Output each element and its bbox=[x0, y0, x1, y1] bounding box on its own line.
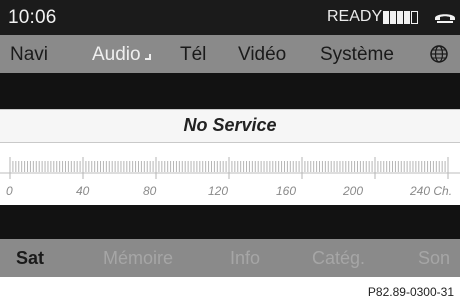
scale-label-120: 120 bbox=[208, 184, 229, 198]
menu-item-systeme[interactable]: Système bbox=[320, 44, 394, 66]
phone-handset-icon bbox=[435, 14, 455, 23]
signal-strength-icon bbox=[383, 11, 419, 24]
clock: 10:06 bbox=[8, 7, 57, 28]
scale-label-80: 80 bbox=[143, 184, 157, 198]
softkey-bar: Sat Mémoire Info Catég. Son bbox=[0, 239, 460, 277]
scale-label-0: 0 bbox=[6, 184, 13, 198]
scale-label-200: 200 bbox=[343, 184, 364, 198]
scale-label-40: 40 bbox=[76, 184, 90, 198]
menu-item-tel[interactable]: Tél bbox=[180, 44, 206, 66]
service-status-text: No Service bbox=[183, 115, 277, 135]
main-menu-bar: Navi Audio Tél Vidéo Système bbox=[0, 35, 460, 73]
channel-scale-ticks bbox=[0, 157, 460, 179]
audio-satellite-screen: 10:06 READY Navi Audio Tél Vidéo Système… bbox=[0, 0, 460, 306]
channel-info-band bbox=[0, 73, 460, 109]
softkey-info[interactable]: Info bbox=[230, 248, 260, 269]
softkey-sat[interactable]: Sat bbox=[16, 248, 44, 269]
menu-item-video[interactable]: Vidéo bbox=[238, 44, 286, 66]
status-bar: 10:06 READY bbox=[0, 0, 460, 35]
channel-scale[interactable]: 0 40 80 120 160 200 240 Ch. bbox=[0, 143, 460, 205]
submenu-indicator-icon bbox=[144, 54, 151, 60]
softkey-son[interactable]: Son bbox=[418, 248, 450, 269]
scale-label-160: 160 bbox=[276, 184, 297, 198]
softkey-categ[interactable]: Catég. bbox=[312, 248, 365, 269]
menu-item-navi[interactable]: Navi bbox=[10, 44, 48, 66]
softkey-memoire[interactable]: Mémoire bbox=[103, 248, 173, 269]
scale-label-240: 240 Ch. bbox=[410, 184, 453, 198]
menu-item-audio-label: Audio bbox=[92, 44, 141, 65]
info-band bbox=[0, 205, 460, 239]
menu-item-audio[interactable]: Audio bbox=[92, 44, 151, 66]
ready-status: READY bbox=[327, 8, 383, 25]
service-status-bar: No Service bbox=[0, 110, 460, 142]
globe-icon[interactable] bbox=[430, 45, 448, 63]
figure-reference: P82.89-0300-31 bbox=[0, 277, 460, 306]
figure-reference-code: P82.89-0300-31 bbox=[367, 285, 454, 299]
